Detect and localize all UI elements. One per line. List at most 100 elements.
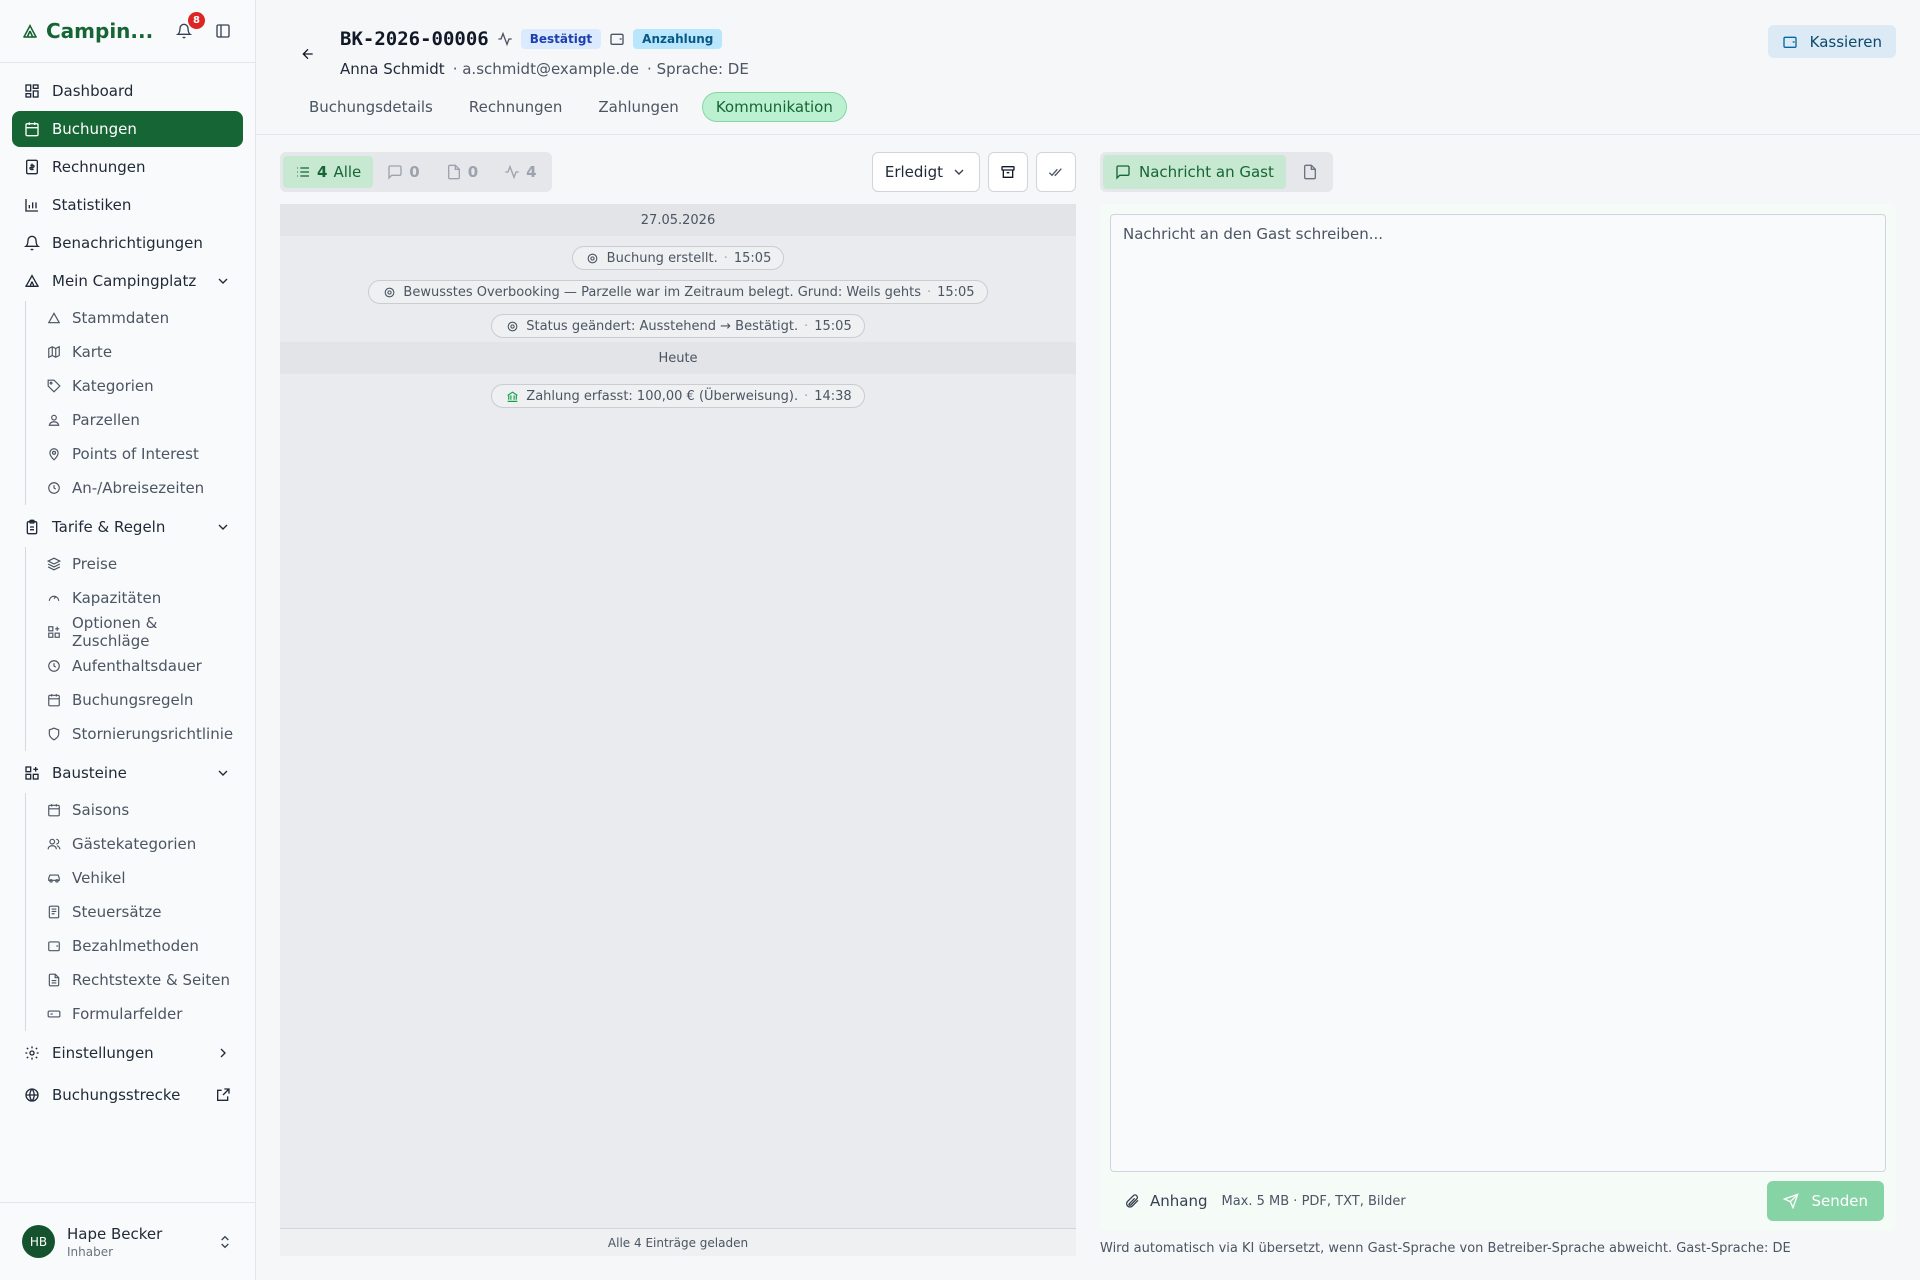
archive-icon — [1000, 164, 1016, 180]
chevron-down-icon — [215, 519, 231, 535]
timeline-events: Zahlung erfasst: 100,00 € (Überweisung).… — [280, 374, 1076, 412]
compose-tab-note[interactable] — [1290, 155, 1330, 189]
sidebar-item-label: Dashboard — [52, 82, 134, 100]
sidebar-item-seasons[interactable]: Saisons — [34, 793, 243, 827]
sidebar-item-label: Vehikel — [72, 869, 126, 887]
sidebar-group-rates-rules[interactable]: Tarife & Regeln — [12, 509, 243, 545]
sidebar-group-label: Tarife & Regeln — [52, 518, 166, 536]
sidebar-item-bookings[interactable]: Buchungen — [12, 111, 243, 147]
map-icon — [46, 344, 62, 360]
sidebar-item-label: Aufenthaltsdauer — [72, 657, 202, 675]
mark-all-read-button[interactable] — [1036, 152, 1076, 192]
sidebar-item-statistics[interactable]: Statistiken — [12, 187, 243, 223]
compose-actions: Anhang Max. 5 MB · PDF, TXT, Bilder Send… — [1110, 1172, 1886, 1230]
sidebar-item-guest-categories[interactable]: Gästekategorien — [34, 827, 243, 861]
sidebar-item-tax-rates[interactable]: Steuersätze — [34, 895, 243, 929]
sidebar-item-categories[interactable]: Kategorien — [34, 369, 243, 403]
status-filter-value: Erledigt — [884, 163, 943, 181]
event-separator: · — [723, 250, 728, 266]
sidebar-group-label: Bausteine — [52, 764, 127, 782]
filter-activity[interactable]: 4 — [492, 156, 548, 188]
sidebar-item-capacities[interactable]: Kapazitäten — [34, 581, 243, 615]
sidebar-group-my-campsite[interactable]: Mein Campingplatz — [12, 263, 243, 299]
blocks-icon — [46, 624, 62, 640]
sidebar-item-booking-path[interactable]: Buchungsstrecke — [12, 1077, 243, 1113]
brand-name: Campin... — [46, 19, 154, 43]
translation-note: Wird automatisch via KI übersetzt, wenn … — [1100, 1241, 1791, 1256]
notifications-button[interactable]: 8 — [171, 12, 205, 44]
app-root: Campin... 8 Dashboard Buchungen Rechnung… — [0, 0, 1920, 1280]
filter-files[interactable]: 0 — [434, 156, 490, 188]
tab-booking-details[interactable]: Buchungsdetails — [296, 92, 446, 122]
send-label: Senden — [1811, 1192, 1868, 1210]
sidebar-item-label: Benachrichtigungen — [52, 234, 203, 252]
sidebar-item-vehicles[interactable]: Vehikel — [34, 861, 243, 895]
sidebar-item-options-surcharges[interactable]: Optionen & Zuschläge — [34, 614, 243, 650]
tab-invoices[interactable]: Rechnungen — [456, 92, 576, 122]
sidebar-item-master-data[interactable]: Stammdaten — [34, 301, 243, 335]
calendar-icon — [46, 802, 62, 818]
payment-status-badge: Anzahlung — [633, 29, 723, 49]
status-filter-select[interactable]: Erledigt — [871, 152, 980, 192]
filter-messages[interactable]: 0 — [375, 156, 431, 188]
timeline-event: Bewusstes Overbooking — Parzelle war im … — [368, 280, 988, 304]
send-button[interactable]: Senden — [1767, 1181, 1884, 1221]
sidebar-item-settings[interactable]: Einstellungen — [12, 1035, 243, 1071]
day-separator: Heute — [280, 342, 1076, 374]
filter-count: 4 — [526, 163, 537, 181]
event-separator: · — [804, 388, 809, 404]
sidebar-item-pitches[interactable]: Parzellen — [34, 403, 243, 437]
filter-count: 4 — [317, 163, 328, 181]
sidebar-item-booking-rules[interactable]: Buchungsregeln — [34, 683, 243, 717]
sidebar-item-points-of-interest[interactable]: Points of Interest — [34, 437, 243, 471]
avatar: HB — [22, 1225, 55, 1258]
brand[interactable]: Campin... — [22, 19, 171, 43]
sidebar-item-dashboard[interactable]: Dashboard — [12, 73, 243, 109]
tent-icon — [46, 310, 62, 326]
sidebar-item-cancellation-policy[interactable]: Stornierungsrichtlinie — [34, 717, 243, 751]
guest-info: Anna Schmidt · a.schmidt@example.de · Sp… — [340, 60, 749, 78]
filter-all[interactable]: 4 Alle — [283, 156, 374, 188]
car-icon — [46, 870, 62, 886]
archive-button[interactable] — [988, 152, 1028, 192]
communication-panel: 4 Alle 0 0 4 Erledigt 27.05.2026 Buchung… — [256, 135, 1920, 1280]
gear-icon — [24, 1045, 40, 1061]
sidebar-item-payment-methods[interactable]: Bezahlmethoden — [34, 929, 243, 963]
sidebar-item-legal-pages[interactable]: Rechtstexte & Seiten — [34, 963, 243, 997]
clock-icon — [46, 658, 62, 674]
guest-name: Anna Schmidt — [340, 60, 445, 78]
back-button[interactable] — [294, 40, 322, 68]
sidebar-header: Campin... 8 — [0, 0, 255, 63]
sidebar-item-label: Kapazitäten — [72, 589, 162, 607]
pitch-icon — [46, 412, 62, 428]
message-input[interactable] — [1110, 214, 1886, 1172]
sidebar-item-notifications[interactable]: Benachrichtigungen — [12, 225, 243, 261]
sidebar-item-arrival-departure[interactable]: An-/Abreisezeiten — [34, 471, 243, 505]
cashier-button[interactable]: Kassieren — [1767, 25, 1896, 58]
event-text: Status geändert: Ausstehend → Bestätigt. — [526, 318, 799, 334]
sidebar-item-invoices[interactable]: Rechnungen — [12, 149, 243, 185]
sidebar-item-label: Stammdaten — [72, 309, 170, 327]
sidebar-item-map[interactable]: Karte — [34, 335, 243, 369]
sidebar-item-prices[interactable]: Preise — [34, 547, 243, 581]
booking-header: BK-2026-00006 Bestätigt Anzahlung Anna S… — [256, 0, 1920, 135]
sidebar-item-label: Saisons — [72, 801, 130, 819]
gauge-icon — [46, 590, 62, 606]
sidebar-item-label: Bezahlmethoden — [72, 937, 199, 955]
timeline-event: Buchung erstellt. · 15:05 — [571, 246, 785, 270]
message-icon — [1115, 164, 1131, 180]
user-menu[interactable]: HB Hape Becker Inhaber — [0, 1202, 255, 1280]
attach-button[interactable]: Anhang — [1112, 1192, 1208, 1210]
sidebar-item-stay-duration[interactable]: Aufenthaltsdauer — [34, 649, 243, 683]
message-icon — [387, 164, 403, 180]
wallet-icon — [609, 31, 625, 47]
event-time: 15:05 — [937, 284, 975, 300]
sidebar-item-label: Rechnungen — [52, 158, 146, 176]
tab-communication[interactable]: Kommunikation — [701, 92, 847, 122]
sidebar-toggle-button[interactable] — [211, 19, 235, 43]
sidebar-item-form-fields[interactable]: Formularfelder — [34, 997, 243, 1031]
compose-tab-message[interactable]: Nachricht an Gast — [1103, 155, 1286, 189]
sidebar-group-building-blocks[interactable]: Bausteine — [12, 755, 243, 791]
tab-payments[interactable]: Zahlungen — [585, 92, 691, 122]
day-separator: 27.05.2026 — [280, 204, 1076, 236]
